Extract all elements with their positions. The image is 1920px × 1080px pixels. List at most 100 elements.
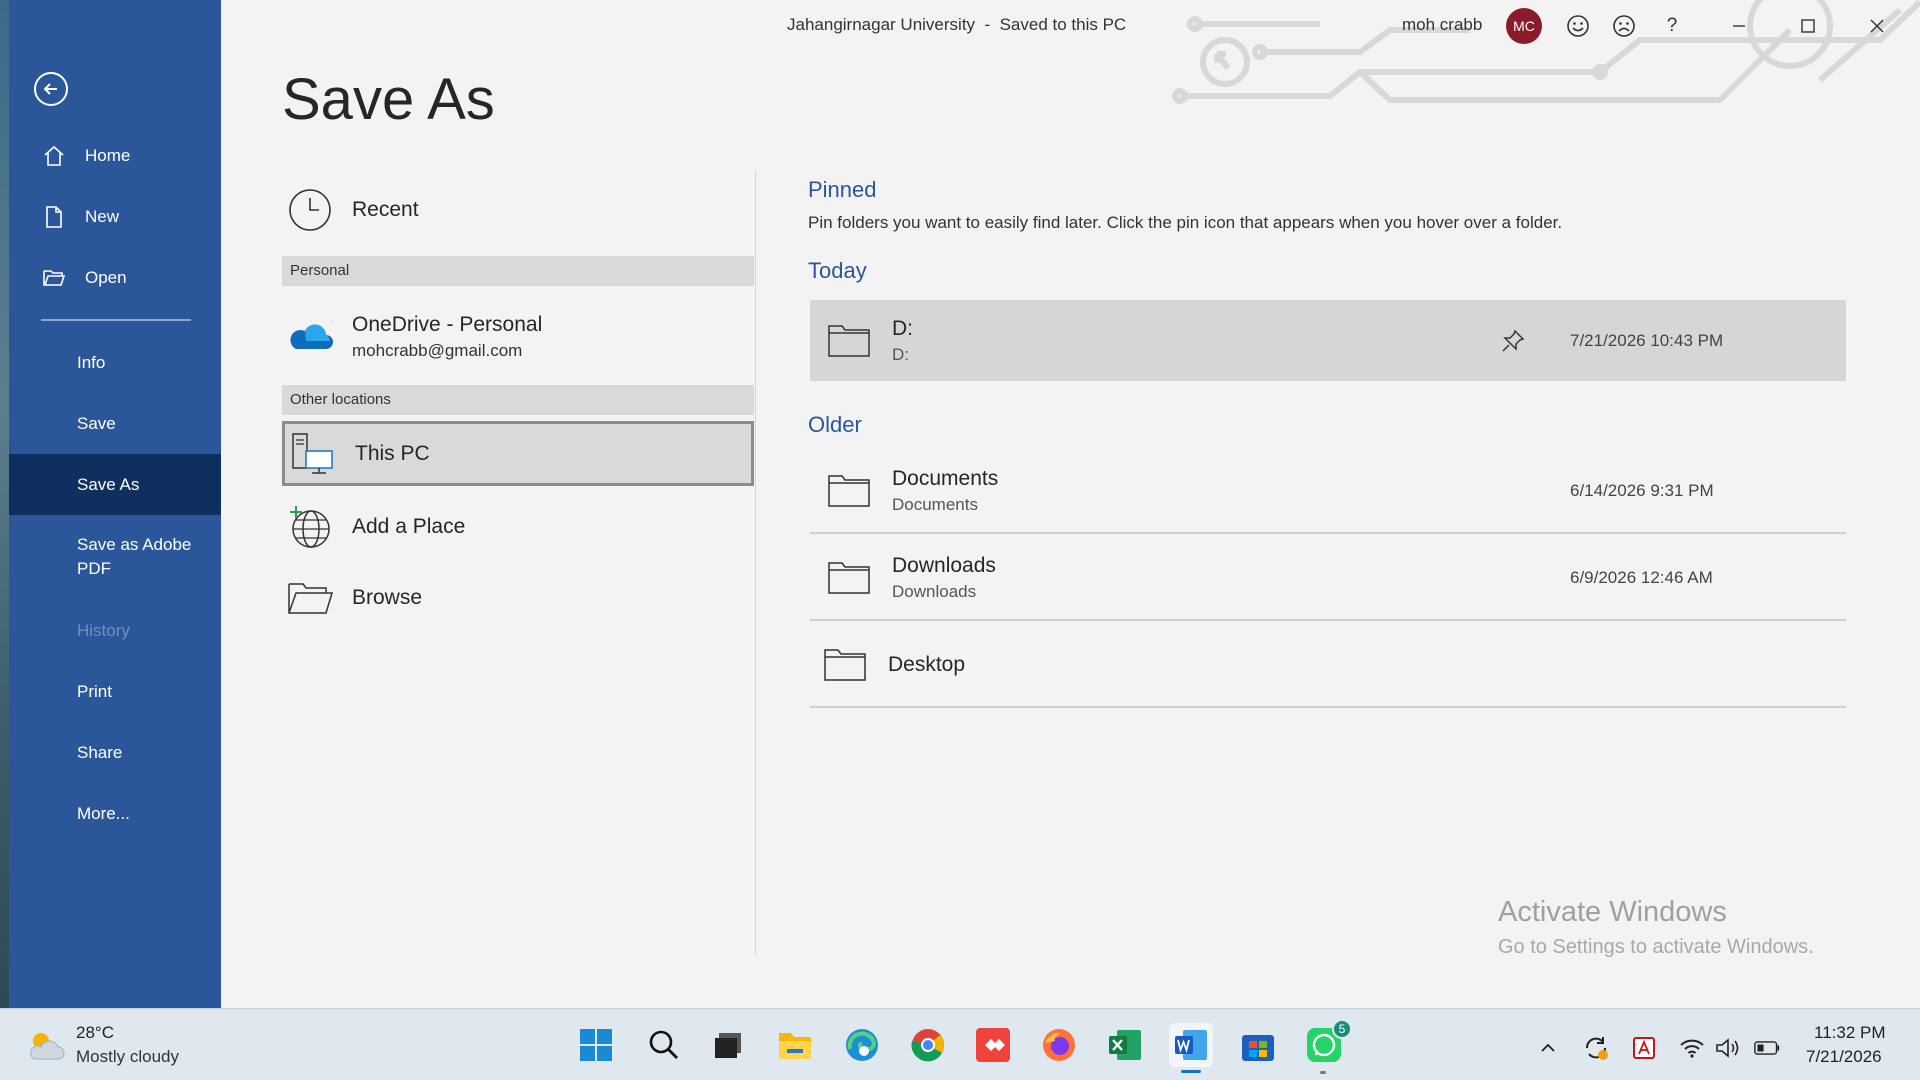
open-folder-icon: [41, 267, 67, 289]
folder-icon: [828, 324, 870, 357]
pin-icon[interactable]: [1500, 328, 1526, 354]
location-label: OneDrive - Personal: [352, 313, 543, 336]
nav-info[interactable]: Info: [9, 337, 221, 389]
adobe-tray-button[interactable]: [1631, 1035, 1657, 1061]
section-other-locations: Other locations: [282, 385, 754, 415]
clock-time[interactable]: 11:32 PM: [1814, 1023, 1886, 1043]
nav-more[interactable]: More...: [9, 788, 221, 840]
smile-feedback-button[interactable]: [1561, 10, 1595, 42]
maximize-button[interactable]: [1791, 10, 1825, 42]
folder-row-documents[interactable]: Documents Documents 6/14/2026 9:31 PM: [810, 450, 1846, 534]
nav-home[interactable]: Home: [9, 130, 221, 182]
nav-share[interactable]: Share: [9, 727, 221, 779]
adobe-acrobat-icon: [1633, 1037, 1655, 1059]
folder-icon: [824, 648, 866, 681]
sync-tray-button[interactable]: [1583, 1035, 1609, 1061]
back-button[interactable]: [34, 72, 68, 106]
nav-label: Save As: [77, 474, 140, 494]
chrome-icon: [911, 1029, 944, 1062]
nav-save[interactable]: Save: [9, 398, 221, 450]
task-view-icon: [715, 1033, 741, 1058]
edge-icon: [846, 1029, 878, 1061]
active-indicator: [1181, 1070, 1201, 1073]
clock-date[interactable]: 7/21/2026: [1806, 1047, 1882, 1067]
volume-icon: [1716, 1038, 1739, 1058]
file-explorer-app[interactable]: [773, 1023, 817, 1067]
pinned-description: Pin folders you want to easily find late…: [808, 213, 1563, 232]
minimize-button[interactable]: [1722, 10, 1756, 42]
nav-label: Share: [77, 743, 123, 762]
nav-new[interactable]: New: [9, 191, 221, 243]
excel-app[interactable]: [1103, 1023, 1147, 1067]
location-browse[interactable]: Browse: [282, 571, 754, 625]
page-title: Save As: [282, 67, 495, 132]
word-app[interactable]: [1169, 1023, 1213, 1073]
nav-label: Save: [77, 414, 116, 433]
store-icon: [1242, 1035, 1274, 1061]
start-button[interactable]: [574, 1023, 618, 1067]
nav-divider: [41, 319, 191, 321]
today-heading: Today: [808, 258, 867, 283]
battery-button[interactable]: [1754, 1035, 1780, 1061]
task-view-button[interactable]: [706, 1023, 750, 1067]
onedrive-cloud-icon: [282, 321, 338, 353]
section-personal: Personal: [282, 256, 754, 286]
sync-icon: [1585, 1037, 1608, 1060]
title-bar: Jahangirnagar University - Saved to this…: [221, 0, 1920, 52]
location-label: Recent: [352, 198, 419, 221]
word-icon: [1175, 1030, 1207, 1060]
folder-name: Documents: [892, 467, 999, 490]
new-document-icon: [41, 205, 67, 229]
frown-feedback-button[interactable]: [1607, 10, 1641, 42]
folder-row-desktop[interactable]: Desktop: [810, 623, 1846, 708]
folder-path: D:: [892, 344, 909, 364]
weather-description[interactable]: Mostly cloudy: [76, 1047, 179, 1067]
location-label: Add a Place: [352, 515, 466, 538]
location-email: mohcrabb@gmail.com: [352, 341, 523, 360]
location-onedrive[interactable]: OneDrive - Personal mohcrabb@gmail.com: [282, 305, 754, 369]
search-button[interactable]: [642, 1023, 686, 1067]
anydesk-app[interactable]: [971, 1023, 1015, 1067]
account-name[interactable]: moh crabb: [1402, 15, 1482, 35]
wifi-button[interactable]: [1679, 1035, 1705, 1061]
document-title: Jahangirnagar University - Saved to this…: [787, 15, 1127, 34]
folder-path: Documents: [892, 495, 978, 514]
edge-app[interactable]: [840, 1023, 884, 1067]
folder-name: Desktop: [888, 652, 966, 676]
microsoft-store-app[interactable]: [1236, 1023, 1280, 1067]
location-this-pc[interactable]: This PC: [282, 421, 754, 486]
nav-print[interactable]: Print: [9, 666, 221, 718]
folder-row-d[interactable]: D: D: 7/21/2026 10:43 PM: [810, 300, 1846, 381]
show-hidden-icons-button[interactable]: [1535, 1035, 1561, 1061]
help-button[interactable]: ?: [1655, 10, 1689, 42]
partly-cloudy-icon[interactable]: [26, 1029, 66, 1063]
wifi-icon: [1680, 1039, 1704, 1058]
frown-icon: [1613, 15, 1635, 37]
folder-date: 6/14/2026 9:31 PM: [1570, 481, 1714, 500]
battery-icon: [1754, 1041, 1780, 1055]
nav-label: Home: [85, 146, 131, 165]
folder-icon: [828, 561, 870, 594]
nav-label: More...: [77, 804, 130, 823]
nav-save-as-adobe-pdf[interactable]: Save as Adobe PDF: [9, 530, 221, 584]
nav-label: Print: [77, 682, 112, 701]
location-recent[interactable]: Recent: [282, 185, 754, 235]
volume-button[interactable]: [1715, 1035, 1741, 1061]
close-button[interactable]: [1860, 10, 1894, 42]
location-add-place[interactable]: Add a Place: [282, 500, 754, 554]
column-divider: [755, 170, 756, 956]
activate-windows-title: Activate Windows: [1498, 896, 1727, 928]
firefox-app[interactable]: [1037, 1023, 1081, 1067]
backstage-nav: Home New Open Info Save Save As Save as …: [0, 0, 221, 1008]
close-icon: [1870, 19, 1884, 33]
location-label: Browse: [352, 586, 423, 609]
avatar[interactable]: MC: [1506, 8, 1542, 44]
chrome-app[interactable]: [906, 1023, 950, 1067]
folder-name: D:: [892, 316, 913, 340]
weather-temperature[interactable]: 28°C: [76, 1023, 114, 1043]
nav-save-as[interactable]: Save As: [9, 454, 221, 515]
nav-open[interactable]: Open: [9, 252, 221, 304]
back-arrow-icon: [43, 83, 57, 95]
whatsapp-app[interactable]: 5: [1302, 1019, 1352, 1074]
folder-row-downloads[interactable]: Downloads Downloads 6/9/2026 12:46 AM: [810, 536, 1846, 621]
